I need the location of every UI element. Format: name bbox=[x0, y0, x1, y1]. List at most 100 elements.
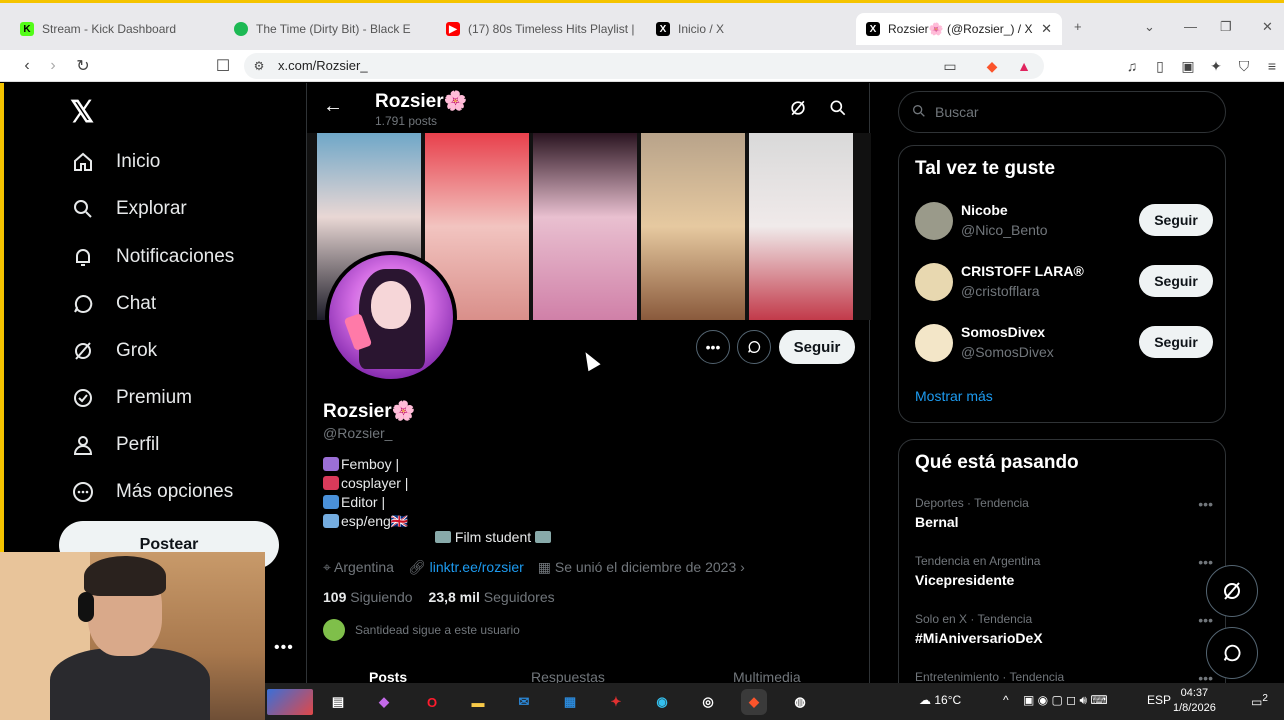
followers-stat[interactable]: 23,8 mil Seguidores bbox=[429, 589, 555, 605]
bio-film-line: Film student bbox=[435, 529, 552, 545]
time-text: 04:37 bbox=[1180, 687, 1209, 699]
account-menu-icon[interactable]: ••• bbox=[274, 639, 294, 657]
sidebar-item-explorar[interactable]: Explorar bbox=[70, 196, 187, 222]
copilot-icon[interactable]: ◆ bbox=[371, 689, 397, 715]
restore-icon[interactable]: ❐ bbox=[1220, 19, 1232, 35]
follow-button[interactable]: Seguir bbox=[779, 330, 855, 364]
sidebar-item-label: Más opciones bbox=[116, 481, 234, 502]
brave-icon[interactable]: ◆ bbox=[741, 689, 767, 715]
trend-item[interactable]: Deportes · Tendencia Bernal ••• bbox=[915, 496, 1213, 530]
tab-search-icon[interactable]: ⌄ bbox=[1144, 19, 1155, 35]
sidebar-item-mas-opciones[interactable]: Más opciones bbox=[70, 479, 233, 505]
forward-icon[interactable]: › bbox=[42, 55, 64, 77]
sidebar-item-label: Grok bbox=[116, 340, 158, 361]
site-info-icon[interactable]: ⚙ bbox=[248, 55, 270, 77]
follow-button[interactable]: Seguir bbox=[1139, 326, 1213, 358]
trend-item[interactable]: Solo en X · Tendencia #MiAniversarioDeX … bbox=[915, 612, 1213, 646]
search-placeholder: Buscar bbox=[935, 104, 979, 120]
brave-rewards-icon[interactable]: ▲ bbox=[1014, 56, 1034, 76]
minimize-icon[interactable]: — bbox=[1184, 19, 1197, 34]
tab-label: Inicio / X bbox=[678, 22, 725, 36]
tab-spotify[interactable]: The Time (Dirty Bit) - Black E bbox=[224, 13, 434, 45]
show-more-link[interactable]: Mostrar más bbox=[915, 388, 993, 404]
windows-taskbar: ▤ ◆ O ▬ ✉ ▦ ✦ ◉ ◎ ◆ ◍ ☁ 16°C ^ ▣ ◉ ▢ ◻ 🔊… bbox=[265, 683, 1284, 720]
tab-x-home[interactable]: X Inicio / X bbox=[646, 13, 852, 45]
follow-button[interactable]: Seguir bbox=[1139, 204, 1213, 236]
x-logo-icon[interactable]: 𝕏 bbox=[70, 95, 94, 130]
sidebar-icon[interactable]: ▯ bbox=[1150, 56, 1170, 76]
youtube-icon: ▶ bbox=[446, 22, 460, 36]
opera-icon[interactable]: O bbox=[419, 689, 445, 715]
bookmark-icon[interactable]: ☐ bbox=[212, 55, 234, 77]
sidebar-item-premium[interactable]: Premium bbox=[70, 385, 192, 411]
symbol-icon bbox=[323, 457, 339, 471]
spotify-icon bbox=[234, 22, 248, 36]
edge-icon[interactable]: ◉ bbox=[649, 689, 675, 715]
profile-avatar[interactable] bbox=[325, 251, 457, 383]
kick-icon: K bbox=[20, 22, 34, 36]
tray-icons[interactable]: ▣ ◉ ▢ ◻ 🔊︎ ⌨ bbox=[1023, 693, 1108, 708]
new-tab-icon[interactable]: + bbox=[1074, 19, 1082, 34]
suggestion-row[interactable]: Nicobe @Nico_Bento Seguir bbox=[915, 196, 1213, 244]
widgets-icon[interactable] bbox=[267, 689, 313, 715]
menu-icon[interactable]: ≡ bbox=[1262, 56, 1282, 76]
bio-line: cosplayer | bbox=[341, 475, 409, 491]
back-icon[interactable]: ‹ bbox=[16, 55, 38, 77]
trend-more-icon[interactable]: ••• bbox=[1198, 554, 1213, 570]
profile-top-bar: ← Rozsier🌸 1.791 posts bbox=[307, 83, 871, 133]
search-input[interactable]: Buscar bbox=[898, 91, 1226, 133]
mail-icon[interactable]: ✉ bbox=[511, 689, 537, 715]
notifications-icon[interactable]: ▭2 bbox=[1251, 693, 1268, 709]
url-field[interactable]: ⚙ x.com/Rozsier_ bbox=[244, 53, 1044, 79]
link-item[interactable]: 🔗︎ linktr.ee/rozsier bbox=[408, 559, 524, 576]
language-indicator[interactable]: ESP bbox=[1147, 693, 1171, 707]
trend-item[interactable]: Entretenimiento · Tendencia ••• bbox=[915, 670, 1213, 686]
search-icon[interactable] bbox=[827, 97, 849, 119]
trend-more-icon[interactable]: ••• bbox=[1198, 612, 1213, 628]
messages-fab-icon[interactable] bbox=[1206, 627, 1258, 679]
tab-kick[interactable]: K Stream - Kick Dashboard bbox=[10, 13, 220, 45]
followed-by[interactable]: Santidead sigue a este usuario bbox=[323, 619, 520, 641]
follow-button[interactable]: Seguir bbox=[1139, 265, 1213, 297]
task-view-icon[interactable]: ▤ bbox=[325, 689, 351, 715]
more-circle-icon bbox=[70, 479, 96, 505]
app-icon[interactable]: ✦ bbox=[603, 689, 629, 715]
suggestion-row[interactable]: CRISTOFF LARA® @cristofflara Seguir bbox=[915, 257, 1213, 305]
sidebar-item-inicio[interactable]: Inicio bbox=[70, 149, 160, 175]
clock[interactable]: 04:37 1/8/2026 bbox=[1173, 686, 1216, 716]
obs-icon[interactable]: ◎ bbox=[695, 689, 721, 715]
music-icon[interactable]: ♫ bbox=[1122, 56, 1142, 76]
tab-x-profile[interactable]: X Rozsier🌸 (@Rozsier_) / X ✕ bbox=[856, 13, 1062, 45]
date-text: 1/8/2026 bbox=[1173, 702, 1216, 714]
more-options-icon[interactable]: ••• bbox=[696, 330, 730, 364]
store-icon[interactable]: ▦ bbox=[557, 689, 583, 715]
cast-icon[interactable]: ▭ bbox=[940, 56, 960, 76]
trend-more-icon[interactable]: ••• bbox=[1198, 496, 1213, 512]
close-window-icon[interactable]: ✕ bbox=[1262, 19, 1273, 35]
suggestion-row[interactable]: SomosDivex @SomosDivex Seguir bbox=[915, 318, 1213, 366]
file-explorer-icon[interactable]: ▬ bbox=[465, 689, 491, 715]
reload-icon[interactable]: ↻ bbox=[72, 55, 94, 77]
trend-context: Entretenimiento · Tendencia bbox=[915, 670, 1065, 684]
sidebar-item-notificaciones[interactable]: Notificaciones bbox=[70, 244, 234, 270]
brave-shield-icon[interactable]: ◆ bbox=[982, 56, 1002, 76]
sidebar-item-grok[interactable]: Grok bbox=[70, 338, 157, 364]
profile-link[interactable]: linktr.ee/rozsier bbox=[430, 559, 524, 575]
weather-widget[interactable]: ☁ 16°C bbox=[919, 693, 961, 707]
sidebar-item-perfil[interactable]: Perfil bbox=[70, 432, 159, 458]
message-icon[interactable] bbox=[737, 330, 771, 364]
joined-item: ▦ Se unió el diciembre de 2023 › bbox=[537, 559, 745, 575]
following-stat[interactable]: 109 Siguiendo bbox=[323, 589, 413, 605]
leo-icon[interactable]: ✦ bbox=[1206, 56, 1226, 76]
sidebar-item-chat[interactable]: Chat bbox=[70, 291, 156, 317]
tray-overflow-icon[interactable]: ^ bbox=[1003, 693, 1009, 707]
grok-fab-icon[interactable] bbox=[1206, 565, 1258, 617]
wallet-icon[interactable]: ▣ bbox=[1178, 56, 1198, 76]
tab-youtube[interactable]: ▶ (17) 80s Timeless Hits Playlist | bbox=[436, 13, 646, 45]
camera-app-icon[interactable]: ◍ bbox=[787, 689, 813, 715]
trend-item[interactable]: Tendencia en Argentina Vicepresidente ••… bbox=[915, 554, 1213, 588]
back-arrow-icon[interactable]: ← bbox=[323, 95, 343, 118]
close-tab-icon[interactable]: ✕ bbox=[1041, 21, 1052, 37]
vpn-icon[interactable]: ⛉ bbox=[1234, 56, 1254, 76]
grok-icon[interactable] bbox=[787, 97, 809, 119]
